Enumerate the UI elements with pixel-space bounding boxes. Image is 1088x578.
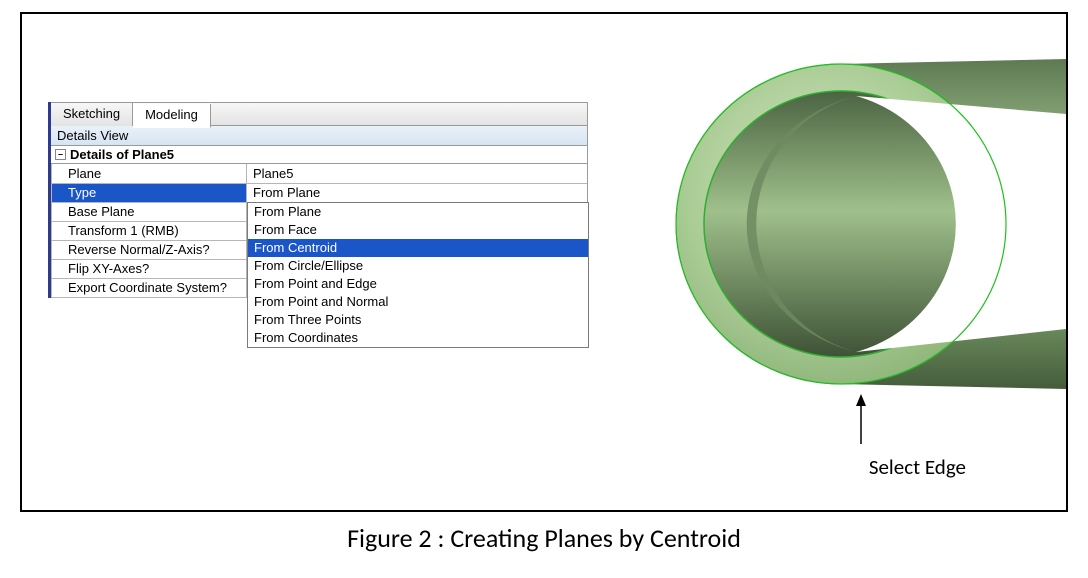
prop-label-exportcs: Export Coordinate System?	[52, 278, 247, 297]
annotation-label: Select Edge	[869, 454, 966, 480]
details-panel: Sketching Modeling Details View – Detail…	[48, 102, 588, 298]
tab-bar: Sketching Modeling	[51, 102, 588, 126]
option-from-plane[interactable]: From Plane	[248, 203, 588, 221]
option-from-three-points[interactable]: From Three Points	[248, 311, 588, 329]
group-header-label: Details of Plane5	[70, 147, 174, 162]
prop-label-baseplane: Base Plane	[52, 202, 247, 221]
prop-label-type: Type	[52, 183, 247, 202]
tab-modeling[interactable]: Modeling	[133, 104, 211, 128]
figure-caption: Figure 2 : Creating Planes by Centroid	[0, 522, 1088, 554]
prop-label-flipxy: Flip XY-Axes?	[52, 259, 247, 278]
option-from-coordinates[interactable]: From Coordinates	[248, 329, 588, 347]
option-from-point-edge[interactable]: From Point and Edge	[248, 275, 588, 293]
tab-filler	[211, 103, 587, 125]
prop-value-type[interactable]: From Plane	[247, 183, 588, 202]
annotation-arrow-icon	[846, 394, 876, 449]
type-dropdown[interactable]: From Plane From Face From Centroid From …	[247, 202, 589, 348]
prop-label-reversenormal: Reverse Normal/Z-Axis?	[52, 240, 247, 259]
collapse-icon[interactable]: –	[55, 149, 66, 160]
prop-row-plane: Plane Plane5	[52, 164, 588, 183]
option-from-centroid[interactable]: From Centroid	[248, 239, 588, 257]
option-from-face[interactable]: From Face	[248, 221, 588, 239]
pipe-model-icon	[636, 44, 1066, 424]
prop-row-type: Type From Plane	[52, 183, 588, 202]
details-view-header: Details View	[51, 126, 588, 146]
prop-label-transform1: Transform 1 (RMB)	[52, 221, 247, 240]
tab-sketching[interactable]: Sketching	[51, 103, 133, 126]
prop-label-plane: Plane	[52, 164, 247, 183]
figure-frame: Sketching Modeling Details View – Detail…	[20, 12, 1068, 512]
model-viewport[interactable]	[636, 44, 1066, 424]
prop-value-plane[interactable]: Plane5	[247, 164, 588, 183]
option-from-circle-ellipse[interactable]: From Circle/Ellipse	[248, 257, 588, 275]
group-header[interactable]: – Details of Plane5	[51, 146, 588, 164]
option-from-point-normal[interactable]: From Point and Normal	[248, 293, 588, 311]
property-grid: Plane Plane5 Type From Plane Base Plane …	[51, 164, 588, 298]
